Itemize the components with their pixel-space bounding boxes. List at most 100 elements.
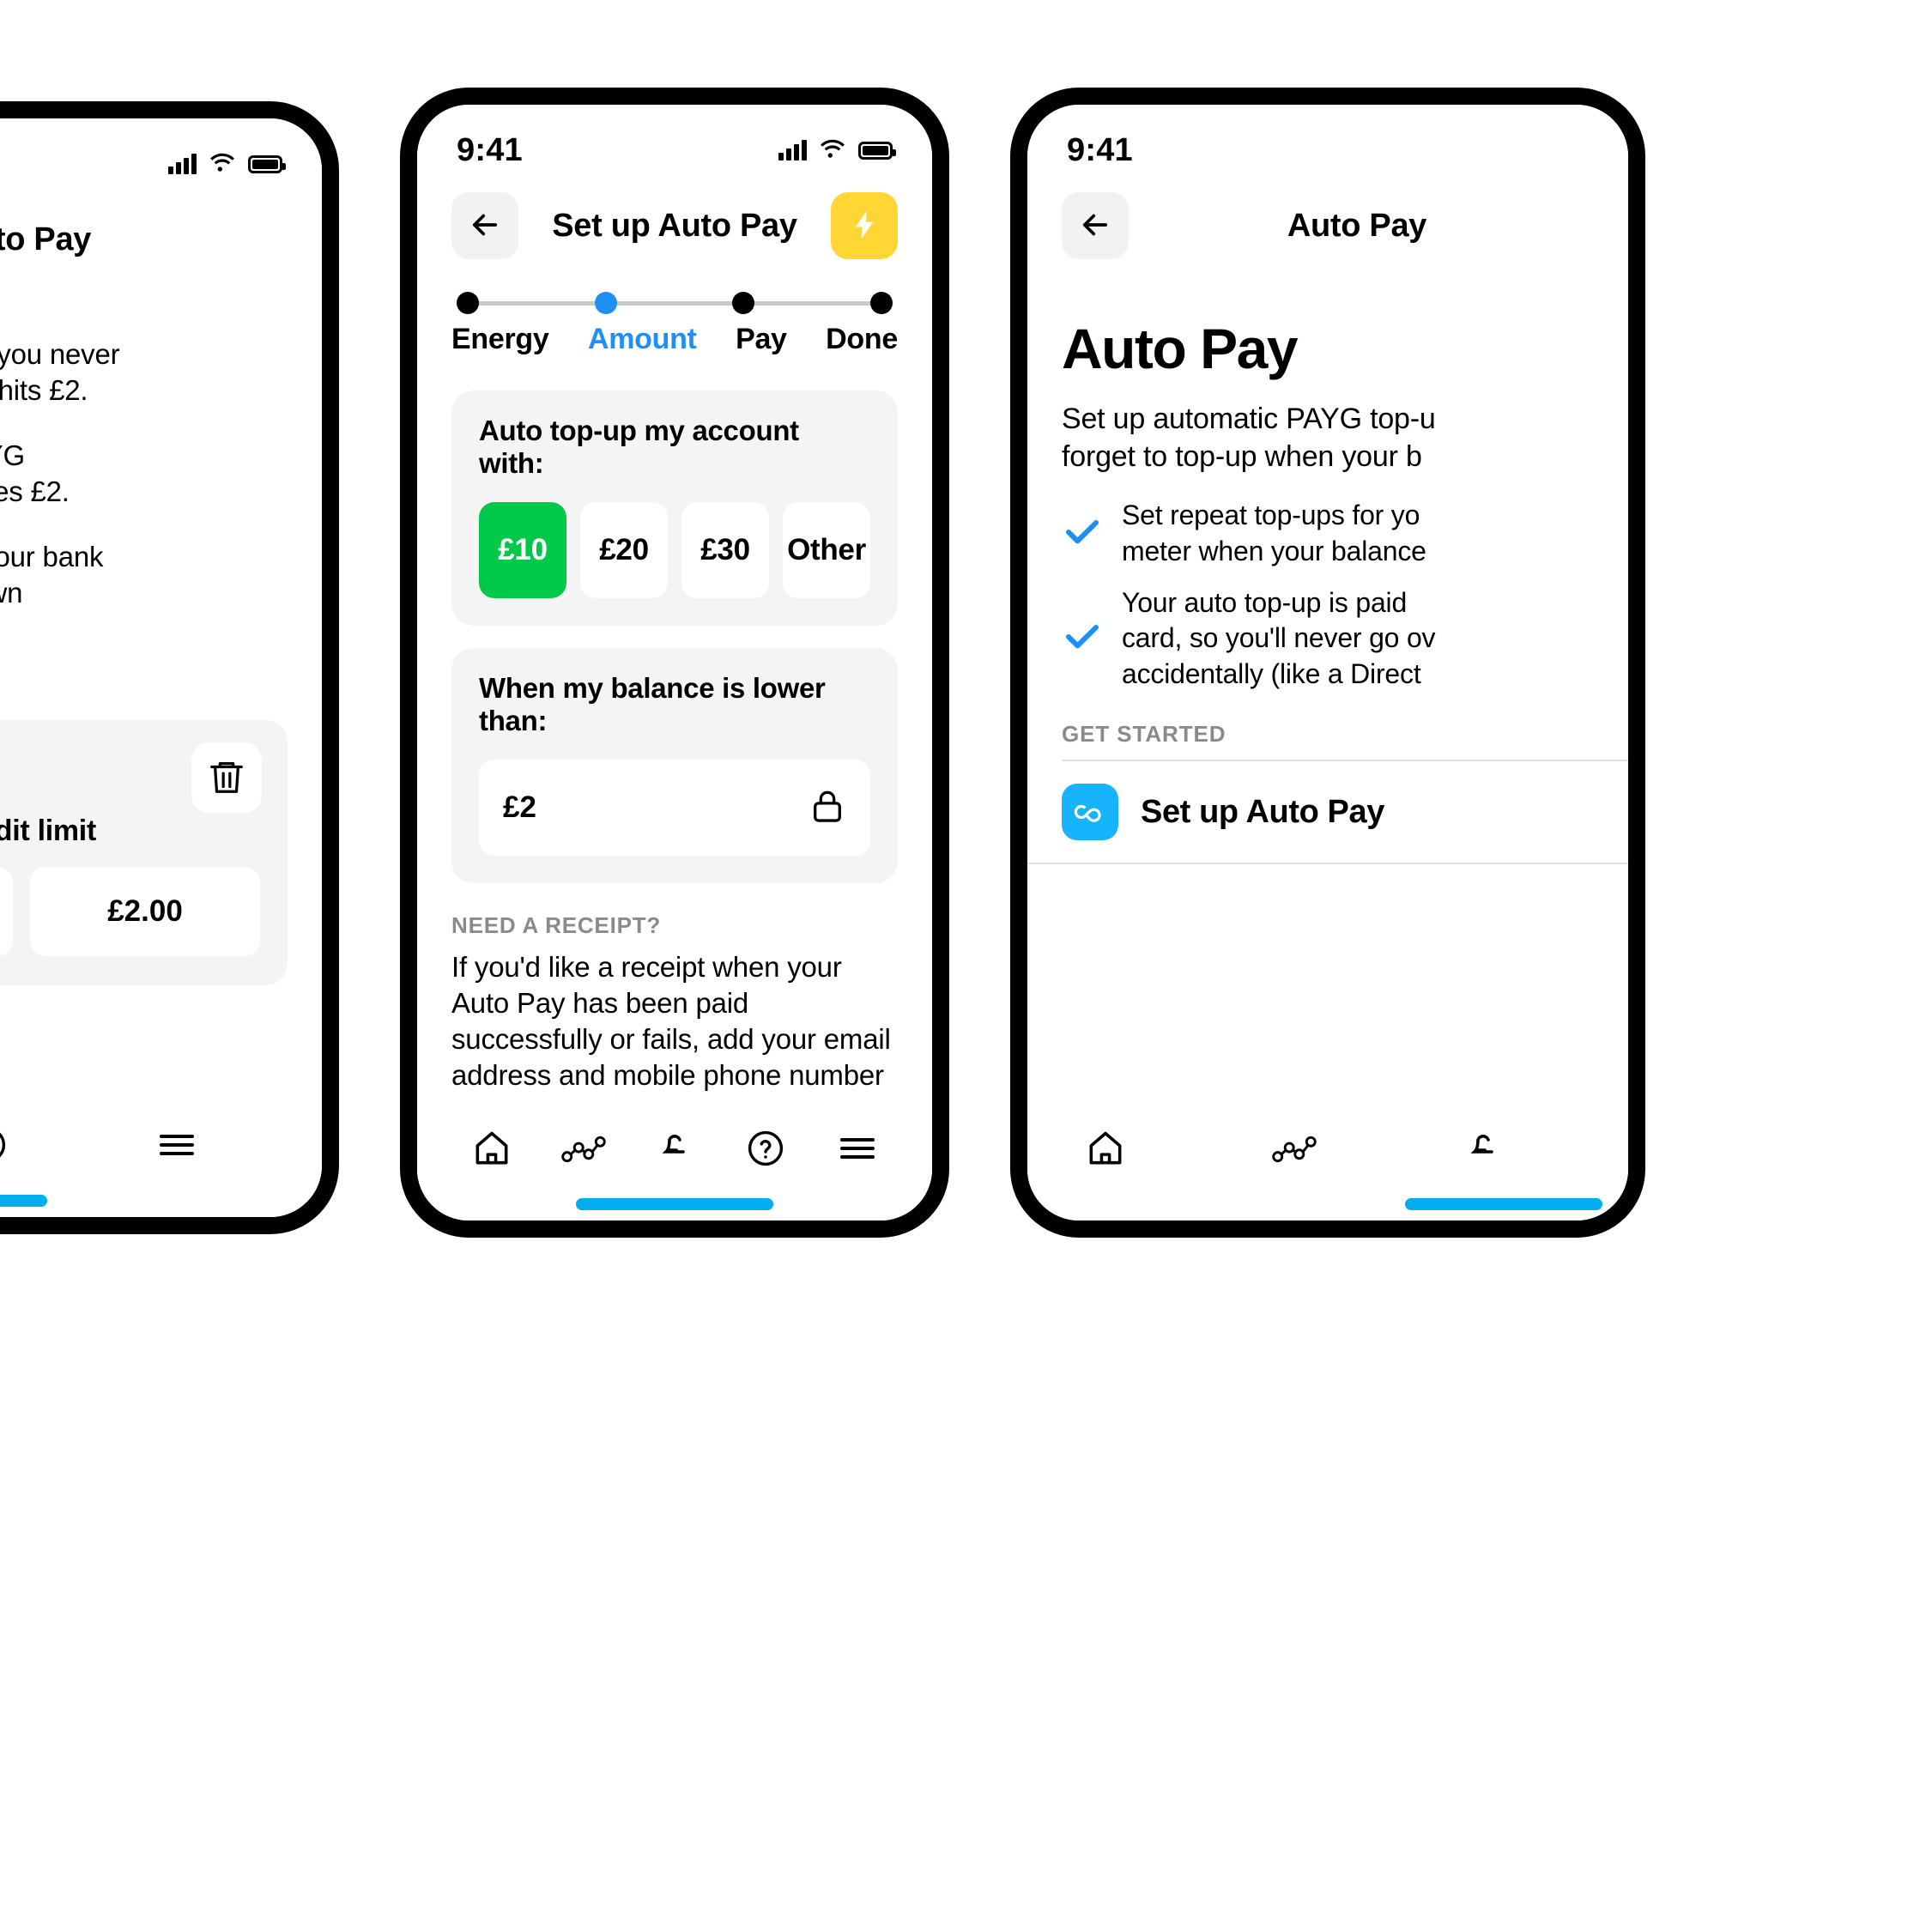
home-indicator xyxy=(0,1195,47,1207)
get-started-label: GET STARTED xyxy=(1062,721,1226,748)
back-button[interactable] xyxy=(1062,192,1129,259)
screenshot-stage: 9:41 Auto Pay c PAYG top-ups so you neve… xyxy=(0,0,1932,1932)
arrow-left-icon xyxy=(1077,207,1113,245)
status-icons xyxy=(778,138,896,163)
stepper-track xyxy=(451,292,898,314)
paragraph-1-line-1: c PAYG top-ups so you never xyxy=(0,338,120,370)
step-dot-energy[interactable] xyxy=(457,292,479,314)
benefit-1-line-2: meter when your balance xyxy=(1122,535,1426,566)
list-item-text: Set repeat top-ups for yo meter when you… xyxy=(1122,498,1426,569)
amount-option-30[interactable]: £30 xyxy=(681,502,769,598)
credit-limit-blank-box[interactable] xyxy=(0,867,13,957)
tab-home[interactable] xyxy=(453,1117,530,1183)
benefit-checklist: Set repeat top-ups for yo meter when you… xyxy=(1027,475,1628,692)
phone-right-screen: 9:41 Auto Pay Auto Pay Set up automatic … xyxy=(1027,105,1628,1220)
list-item-text: Your auto top-up is paid card, so you'll… xyxy=(1122,585,1436,693)
paragraph-2-line-2: your balance reaches £2. xyxy=(0,475,70,507)
amount-option-10[interactable]: £10 xyxy=(479,502,566,598)
paragraph-2-line-1: op-ups for your PAYG xyxy=(0,439,25,471)
receipt-eyebrow: NEED A RECEIPT? xyxy=(451,912,662,938)
screen-heading: Auto Pay xyxy=(1062,317,1299,380)
quick-action-button[interactable] xyxy=(831,192,898,259)
status-icons xyxy=(168,152,286,177)
phone-left: 9:41 Auto Pay c PAYG top-ups so you neve… xyxy=(0,101,339,1234)
tab-menu[interactable] xyxy=(138,1114,215,1179)
step-dot-amount[interactable] xyxy=(594,292,617,314)
back-button[interactable] xyxy=(451,192,518,259)
tab-help[interactable] xyxy=(0,1114,27,1179)
topup-amount-title: Auto top-up my account with: xyxy=(479,415,799,479)
status-time: 9:41 xyxy=(457,131,523,168)
signal-icon xyxy=(778,140,807,160)
step-dot-pay[interactable] xyxy=(732,292,755,314)
tab-bar-left xyxy=(0,1093,322,1217)
lock-icon xyxy=(809,787,846,829)
battery-icon xyxy=(248,154,286,173)
home-indicator xyxy=(576,1198,773,1210)
benefit-2-line-3: accidentally (like a Direct xyxy=(1122,657,1421,689)
balance-threshold-card: When my balance is lower than: £2 xyxy=(451,648,898,883)
tab-bar-middle xyxy=(417,1097,932,1220)
battery-icon xyxy=(858,141,896,160)
list-item-label: Set up Auto Pay xyxy=(1141,793,1384,830)
amount-option-row: £10 £20 £30 Other xyxy=(479,502,870,598)
balance-threshold-title: When my balance is lower than: xyxy=(479,672,826,736)
status-bar-left: 9:41 xyxy=(0,118,322,187)
home-icon xyxy=(1084,1127,1127,1174)
nav-bar-middle: Set up Auto Pay xyxy=(417,173,932,263)
progress-stepper: Energy Amount Pay Done xyxy=(417,263,932,356)
tab-list-right xyxy=(1027,1117,1628,1183)
step-label-pay[interactable]: Pay xyxy=(736,323,787,356)
divider-bottom xyxy=(1027,863,1628,865)
intro-line-2: forget to top-up when your b xyxy=(1062,440,1422,474)
status-bar-right: 9:41 xyxy=(1027,105,1628,173)
step-label-done[interactable]: Done xyxy=(826,323,898,356)
wifi-icon xyxy=(818,138,847,163)
left-body-copy: c PAYG top-ups so you never when your ba… xyxy=(0,276,322,646)
step-label-amount[interactable]: Amount xyxy=(588,323,697,356)
credit-limit-value[interactable]: £2.00 xyxy=(30,867,260,957)
paragraph-3-line-1: op-up is paid with your bank xyxy=(0,540,104,572)
home-icon xyxy=(470,1127,513,1174)
step-label-energy[interactable]: Energy xyxy=(451,323,549,356)
tab-pay[interactable] xyxy=(636,1117,713,1183)
amount-option-other[interactable]: Other xyxy=(783,502,870,598)
tab-list-middle xyxy=(417,1117,932,1183)
balance-threshold-field[interactable]: £2 xyxy=(479,760,870,856)
list-item-set-up-auto-pay[interactable]: Set up Auto Pay xyxy=(1027,761,1628,863)
amount-option-20[interactable]: £20 xyxy=(580,502,668,598)
tab-home[interactable] xyxy=(1067,1117,1144,1183)
tab-help[interactable] xyxy=(727,1117,804,1183)
status-time: 9:41 xyxy=(1067,131,1133,168)
intro-line-1: Set up automatic PAYG top-u xyxy=(1062,403,1436,435)
page-title: Set up Auto Pay xyxy=(552,207,797,244)
credit-limit-label: Credit limit xyxy=(0,815,96,848)
tab-usage[interactable] xyxy=(545,1117,622,1183)
usage-graph-icon xyxy=(1271,1127,1317,1174)
question-circle-icon xyxy=(745,1128,786,1173)
credit-limit-card: Credit limit £2.00 xyxy=(0,720,288,986)
intro-paragraph: Set up automatic PAYG top-u forget to to… xyxy=(1027,381,1628,475)
delete-button[interactable] xyxy=(191,742,262,814)
topup-amount-card: Auto top-up my account with: £10 £20 £30… xyxy=(451,391,898,626)
tab-bar-right xyxy=(1027,1097,1628,1220)
pound-icon xyxy=(654,1128,695,1173)
paragraph-3-line-3: (like a Direct Debit). xyxy=(0,610,288,646)
page-title: Auto Pay xyxy=(0,221,92,257)
home-indicator xyxy=(1405,1198,1602,1210)
step-dot-done[interactable] xyxy=(869,292,893,314)
hamburger-icon xyxy=(156,1124,197,1170)
benefit-2-line-1: Your auto top-up is paid xyxy=(1122,586,1408,618)
trash-icon xyxy=(207,757,246,799)
tab-pay[interactable] xyxy=(1444,1117,1522,1183)
tab-usage[interactable] xyxy=(1256,1117,1333,1183)
question-circle-icon xyxy=(0,1124,9,1170)
check-icon xyxy=(1062,511,1103,556)
status-bar-middle: 9:41 xyxy=(417,105,932,173)
stepper-dots xyxy=(457,292,893,314)
credit-limit-row: £2.00 xyxy=(0,867,260,957)
nav-bar-left: Auto Pay xyxy=(0,187,322,276)
tab-list-left xyxy=(0,1114,322,1179)
tab-menu[interactable] xyxy=(819,1117,896,1183)
usage-graph-icon xyxy=(560,1127,607,1174)
